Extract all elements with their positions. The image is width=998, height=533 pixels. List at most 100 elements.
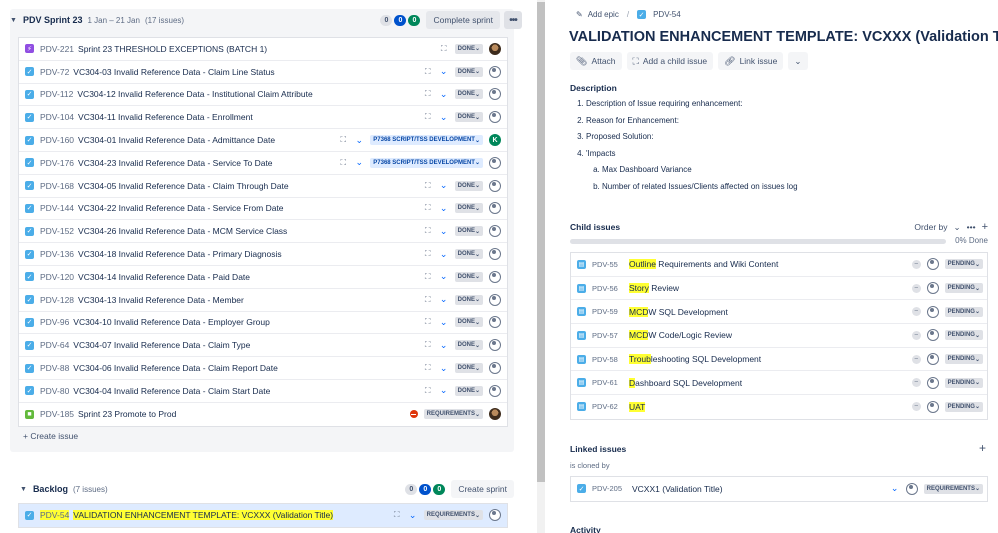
- issue-summary[interactable]: VC304-05 Invalid Reference Data - Claim …: [78, 181, 417, 191]
- child-issues-icon[interactable]: ⛶: [423, 181, 433, 191]
- sprint-more-button[interactable]: •••: [504, 11, 522, 29]
- status-dropdown[interactable]: DONE ⌄: [454, 271, 483, 282]
- child-issue-row[interactable]: ▤ PDV-61 Dashboard SQL Development − PENDING…: [571, 371, 987, 396]
- status-dropdown[interactable]: DONE ⌄: [454, 66, 483, 77]
- issue-key[interactable]: PDV-185: [40, 409, 74, 419]
- status-dropdown[interactable]: DONE ⌄: [454, 385, 483, 396]
- child-issue-key[interactable]: PDV-56: [592, 284, 622, 293]
- status-dropdown[interactable]: PENDING ⌄: [944, 306, 983, 317]
- issue-key[interactable]: PDV-104: [40, 112, 74, 122]
- issue-summary[interactable]: VC304-14 Invalid Reference Data - Paid D…: [78, 272, 417, 282]
- issue-key[interactable]: PDV-54: [40, 510, 70, 521]
- issue-row[interactable]: ■ PDV-185 Sprint 23 Promote to Prod REQUIRE…: [19, 402, 507, 426]
- issue-key[interactable]: PDV-168: [40, 181, 74, 191]
- unassigned-avatar-icon[interactable]: [926, 329, 939, 342]
- issue-row[interactable]: ✓ PDV-80 VC304-04 Invalid Reference Data -…: [19, 379, 507, 403]
- chevron-down-icon[interactable]: ⌄: [954, 222, 961, 233]
- status-dropdown[interactable]: PENDING ⌄: [944, 330, 983, 341]
- unassigned-avatar-icon[interactable]: [489, 270, 501, 283]
- linked-issue-row[interactable]: ✓ PDV-205 VCXX1 (Validation Title) ⌄ REQUIRE…: [571, 477, 987, 501]
- issue-summary[interactable]: VC304-03 Invalid Reference Data - Claim …: [73, 67, 416, 77]
- child-issue-key[interactable]: PDV-58: [592, 355, 622, 364]
- issue-row[interactable]: ✓ PDV-160 VC304-01 Invalid Reference Data …: [19, 129, 507, 152]
- issue-summary[interactable]: VC304-01 Invalid Reference Data - Admitt…: [78, 135, 332, 145]
- issue-summary[interactable]: VC304-26 Invalid Reference Data - MCM Se…: [78, 226, 417, 236]
- linked-issue-key[interactable]: PDV-205: [592, 484, 628, 493]
- issue-summary[interactable]: VC304-04 Invalid Reference Data - Claim …: [73, 386, 416, 396]
- attach-button[interactable]: 📎︎ Attach: [570, 52, 622, 70]
- child-issues-icon[interactable]: ⛶: [423, 386, 433, 396]
- issue-summary[interactable]: VC304-06 Invalid Reference Data - Claim …: [73, 363, 416, 373]
- issue-title[interactable]: VALIDATION ENHANCEMENT TEMPLATE: VCXXX (…: [569, 29, 998, 45]
- child-issues-icon[interactable]: ⛶: [423, 67, 433, 77]
- backlog-header[interactable]: ▼ Backlog (7 issues) 0 0 0 Create sprint: [10, 478, 514, 500]
- create-sprint-button[interactable]: Create sprint: [451, 480, 514, 498]
- add-linked-issue-button[interactable]: +: [979, 441, 986, 455]
- avatar[interactable]: [489, 408, 501, 421]
- issue-row[interactable]: ✓ PDV-112 VC304-12 Invalid Reference Data …: [19, 83, 507, 107]
- issue-key[interactable]: PDV-136: [40, 249, 74, 259]
- issue-key[interactable]: PDV-221: [40, 44, 74, 54]
- child-issue-summary[interactable]: MCDW Code/Logic Review: [629, 330, 906, 341]
- add-child-plus-button[interactable]: +: [982, 221, 988, 233]
- unassigned-avatar-icon[interactable]: [489, 202, 501, 215]
- issue-key[interactable]: PDV-112: [40, 89, 73, 99]
- unassigned-avatar-icon[interactable]: [489, 179, 501, 192]
- issue-key[interactable]: PDV-88: [40, 363, 69, 373]
- status-dropdown[interactable]: PENDING ⌄: [944, 259, 983, 270]
- child-issue-row[interactable]: ▤ PDV-57 MCDW Code/Logic Review − PENDING ⌄: [571, 324, 987, 348]
- issue-row[interactable]: ✓ PDV-54 VALIDATION ENHANCEMENT TEMPLATE: …: [19, 504, 507, 527]
- issue-row[interactable]: ✓ PDV-72 VC304-03 Invalid Reference Data -…: [19, 60, 507, 84]
- child-issue-summary[interactable]: Dashboard SQL Development: [629, 377, 906, 388]
- add-child-issue-button[interactable]: ⛶ Add a child issue: [626, 52, 714, 70]
- unassigned-avatar-icon[interactable]: [489, 248, 501, 261]
- issue-key[interactable]: PDV-96: [40, 317, 69, 327]
- issue-summary[interactable]: VC304-10 Invalid Reference Data - Employ…: [73, 317, 416, 327]
- issue-summary[interactable]: VC304-13 Invalid Reference Data - Member: [78, 295, 417, 305]
- issue-summary[interactable]: VC304-11 Invalid Reference Data - Enroll…: [78, 112, 417, 122]
- child-issue-summary[interactable]: Story Review: [629, 283, 906, 294]
- issue-summary[interactable]: Sprint 23 Promote to Prod: [78, 409, 404, 419]
- child-issues-icon[interactable]: ⛶: [423, 89, 433, 99]
- child-issue-summary[interactable]: Outline Requirements and Wiki Content: [629, 259, 906, 270]
- collapse-chevron-icon[interactable]: ▼: [10, 17, 17, 24]
- child-issue-summary[interactable]: MCDW SQL Development: [629, 306, 906, 317]
- scrollbar-thumb[interactable]: [537, 2, 545, 482]
- status-dropdown[interactable]: DONE ⌄: [454, 249, 483, 260]
- complete-sprint-button[interactable]: Complete sprint: [426, 11, 500, 29]
- unassigned-avatar-icon[interactable]: [926, 400, 939, 413]
- issue-key[interactable]: PDV-160: [40, 135, 74, 145]
- child-issue-row[interactable]: ▤ PDV-56 Story Review − PENDING ⌄: [571, 277, 987, 301]
- status-dropdown[interactable]: DONE ⌄: [454, 112, 483, 123]
- child-issues-icon[interactable]: ⛶: [423, 340, 433, 350]
- issue-row[interactable]: ✓ PDV-168 VC304-05 Invalid Reference Data …: [19, 174, 507, 198]
- unassigned-avatar-icon[interactable]: [489, 111, 501, 124]
- child-issue-row[interactable]: ▤ PDV-62 UAT − PENDING ⌄: [571, 395, 987, 419]
- issue-row[interactable]: ✓ PDV-176 VC304-23 Invalid Reference Data …: [19, 151, 507, 175]
- child-issue-key[interactable]: PDV-61: [592, 378, 622, 387]
- issue-key[interactable]: PDV-80: [40, 386, 69, 396]
- issue-key[interactable]: PDV-152: [40, 226, 74, 236]
- issue-key[interactable]: PDV-120: [40, 272, 74, 282]
- child-issue-key[interactable]: PDV-57: [592, 331, 622, 340]
- child-issues-icon[interactable]: ⛶: [423, 226, 433, 236]
- status-dropdown[interactable]: DONE ⌄: [454, 363, 483, 374]
- status-dropdown[interactable]: PENDING ⌄: [944, 283, 983, 294]
- status-dropdown[interactable]: REQUIREMENTS ⌄: [423, 409, 483, 420]
- status-dropdown[interactable]: DONE ⌄: [454, 340, 483, 351]
- status-dropdown[interactable]: DONE ⌄: [454, 203, 483, 214]
- status-dropdown[interactable]: REQUIREMENTS ⌄: [423, 510, 483, 521]
- child-issues-icon[interactable]: ⛶: [338, 135, 348, 145]
- sprint-header[interactable]: ▼ PDV Sprint 23 1 Jan – 21 Jan (17 issue…: [10, 9, 522, 31]
- order-by-dropdown[interactable]: Order by: [914, 222, 947, 232]
- create-issue-button[interactable]: + Create issue: [23, 431, 78, 441]
- child-issue-key[interactable]: PDV-59: [592, 307, 622, 316]
- link-issue-button[interactable]: 🔗︎ Link issue: [718, 52, 784, 70]
- unassigned-avatar-icon[interactable]: [489, 156, 501, 169]
- issue-summary[interactable]: VC304-12 Invalid Reference Data - Instit…: [77, 89, 416, 99]
- issue-key-link[interactable]: PDV-54: [653, 10, 681, 19]
- status-dropdown[interactable]: PENDING ⌄: [944, 401, 983, 412]
- issue-row[interactable]: ✓ PDV-64 VC304-07 Invalid Reference Data -…: [19, 334, 507, 358]
- child-more-button[interactable]: •••: [967, 222, 976, 232]
- issue-summary[interactable]: VC304-07 Invalid Reference Data - Claim …: [73, 340, 416, 350]
